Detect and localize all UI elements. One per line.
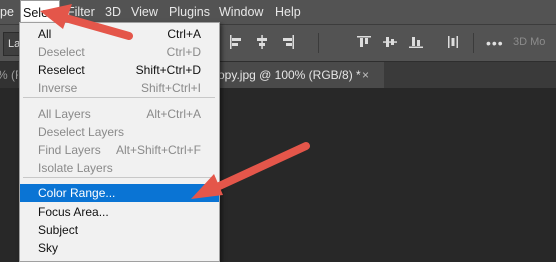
document-tab-title: opy.jpg @ 100% (RGB/8) * xyxy=(218,68,361,82)
menu-filter[interactable]: Filter xyxy=(67,0,95,24)
menu-item-color-range[interactable]: Color Range... xyxy=(20,184,219,202)
align-top-edges-icon[interactable] xyxy=(356,34,372,50)
menu-window[interactable]: Window xyxy=(219,0,263,24)
menu-item-label: All Layers xyxy=(38,107,91,121)
menu-item-shortcut: Ctrl+A xyxy=(167,27,201,41)
distribute-icon[interactable] xyxy=(445,34,461,50)
align-left-edges-icon[interactable] xyxy=(228,34,244,50)
close-icon[interactable]: × xyxy=(362,62,369,88)
menu-item-label: Deselect Layers xyxy=(38,125,125,139)
align-horizontal-centers-icon[interactable] xyxy=(254,34,270,50)
align-vertical-centers-icon[interactable] xyxy=(382,34,398,50)
menu-image-fragment[interactable]: pe xyxy=(0,0,14,24)
menu-view[interactable]: View xyxy=(131,0,158,24)
menu-select[interactable]: Select xyxy=(20,0,60,24)
menu-separator xyxy=(23,97,215,98)
menu-3d[interactable]: 3D xyxy=(105,0,121,24)
menu-item-deselect-layers: Deselect Layers xyxy=(20,123,219,141)
menu-item-label: Focus Area... xyxy=(38,205,109,219)
menu-separator xyxy=(23,177,215,178)
align-bottom-edges-icon[interactable] xyxy=(408,34,424,50)
menu-item-all[interactable]: All Ctrl+A xyxy=(20,25,219,43)
menu-item-all-layers: All Layers Alt+Ctrl+A xyxy=(20,105,219,123)
divider xyxy=(318,33,319,53)
divider xyxy=(473,33,474,53)
menu-item-label: Sky xyxy=(38,241,59,255)
menu-item-inverse: Inverse Shift+Ctrl+I xyxy=(20,79,219,97)
menu-item-shortcut: Ctrl+D xyxy=(166,45,201,59)
3d-mode-label: 3D Mo xyxy=(513,36,546,48)
document-tab-active[interactable]: opy.jpg @ 100% (RGB/8) * × xyxy=(216,62,384,88)
more-options-icon[interactable]: ••• xyxy=(486,35,504,51)
menu-item-shortcut: Alt+Shift+Ctrl+F xyxy=(115,143,201,157)
document-tab-previous[interactable]: % (R xyxy=(0,62,18,88)
menu-item-label: All xyxy=(38,27,52,41)
menu-item-deselect: Deselect Ctrl+D xyxy=(20,43,219,61)
menu-item-label: Color Range... xyxy=(38,186,116,200)
menu-item-label: Inverse xyxy=(38,81,78,95)
menu-item-isolate-layers: Isolate Layers xyxy=(20,159,219,177)
menu-item-label: Subject xyxy=(38,223,79,237)
menu-item-label: Reselect xyxy=(38,63,85,77)
menu-help[interactable]: Help xyxy=(275,0,301,24)
menu-item-find-layers: Find Layers Alt+Shift+Ctrl+F xyxy=(20,141,219,159)
menu-item-focus-area[interactable]: Focus Area... xyxy=(20,203,219,221)
align-right-edges-icon[interactable] xyxy=(280,34,296,50)
menu-item-shortcut: Shift+Ctrl+I xyxy=(140,81,201,95)
menu-item-label: Find Layers xyxy=(38,143,101,157)
menu-item-reselect[interactable]: Reselect Shift+Ctrl+D xyxy=(20,61,219,79)
select-menu-dropdown: All Ctrl+A Deselect Ctrl+D Reselect Shift+Ctr… xyxy=(19,22,220,262)
menu-item-label: Deselect xyxy=(38,45,85,59)
menu-item-subject[interactable]: Subject xyxy=(20,221,219,239)
menu-item-shortcut: Shift+Ctrl+D xyxy=(135,63,201,77)
menu-plugins[interactable]: Plugins xyxy=(169,0,210,24)
menu-item-label: Isolate Layers xyxy=(38,161,113,175)
menu-item-shortcut: Alt+Ctrl+A xyxy=(146,107,201,121)
menu-item-sky[interactable]: Sky xyxy=(20,239,219,257)
